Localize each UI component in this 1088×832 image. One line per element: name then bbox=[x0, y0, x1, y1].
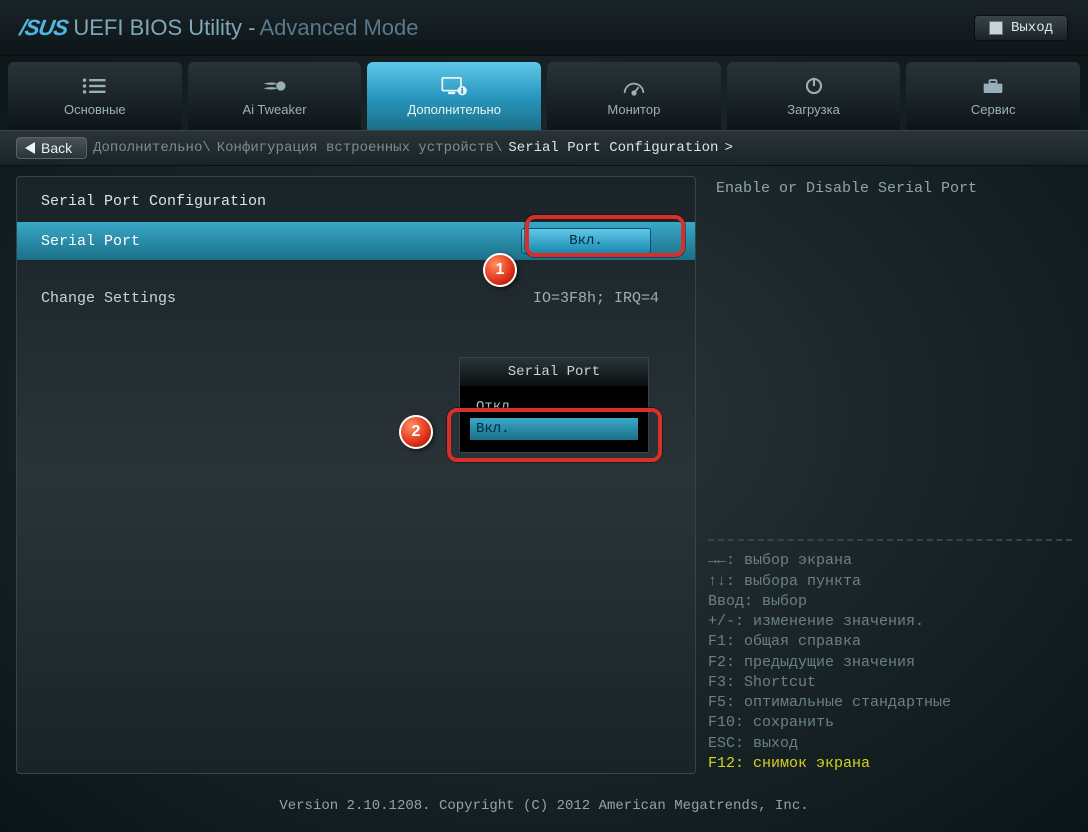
hint-line: F1: общая справка bbox=[708, 632, 1072, 652]
dropdown-option-off[interactable]: Откл. bbox=[470, 396, 638, 418]
main-area: Serial Port Configuration Serial Port Вк… bbox=[0, 166, 1088, 774]
help-text: Enable or Disable Serial Port bbox=[708, 176, 1072, 201]
header-bar: /SUS UEFI BIOS Utility - Advanced Mode В… bbox=[0, 0, 1088, 56]
serial-port-value-button[interactable]: Вкл. bbox=[521, 228, 651, 254]
hint-line: ESC: выход bbox=[708, 734, 1072, 754]
hint-line: Ввод: выбор bbox=[708, 592, 1072, 612]
exit-icon bbox=[989, 21, 1003, 35]
crumb-current: Serial Port Configuration bbox=[508, 140, 718, 156]
setting-label: Serial Port bbox=[41, 233, 521, 250]
tab-label: Загрузка bbox=[787, 102, 840, 117]
power-icon bbox=[800, 76, 828, 96]
hint-line: F3: Shortcut bbox=[708, 673, 1072, 693]
exit-label: Выход bbox=[1011, 20, 1053, 36]
serial-port-value: Вкл. bbox=[569, 233, 603, 249]
app-subtitle: Advanced Mode bbox=[259, 15, 418, 41]
tab-advanced[interactable]: Дополнительно bbox=[367, 62, 541, 130]
serial-port-dropdown: Serial Port Откл. Вкл. bbox=[459, 357, 649, 453]
tab-monitor[interactable]: Монитор bbox=[547, 62, 721, 130]
setting-label: Change Settings bbox=[41, 290, 521, 307]
exit-button[interactable]: Выход bbox=[974, 15, 1068, 41]
tab-label: Ai Tweaker bbox=[242, 102, 306, 117]
tab-boot[interactable]: Загрузка bbox=[727, 62, 901, 130]
hint-line: F5: оптимальные стандартные bbox=[708, 693, 1072, 713]
hint-line: F10: сохранить bbox=[708, 713, 1072, 733]
tab-label: Основные bbox=[64, 102, 126, 117]
setting-change-settings[interactable]: Change Settings IO=3F8h; IRQ=4 bbox=[17, 284, 695, 313]
tab-ai-tweaker[interactable]: Ai Tweaker bbox=[188, 62, 362, 130]
change-settings-value: IO=3F8h; IRQ=4 bbox=[521, 290, 671, 307]
list-icon bbox=[81, 76, 109, 96]
crumb-caret: > bbox=[724, 140, 732, 156]
crumb-segment-2[interactable]: Конфигурация встроенных устройств\ bbox=[217, 140, 503, 156]
setting-serial-port[interactable]: Serial Port Вкл. bbox=[17, 222, 695, 260]
hint-line: →←: выбор экрана bbox=[708, 551, 1072, 571]
crumb-segment-1[interactable]: Дополнительно\ bbox=[93, 140, 211, 156]
dropdown-option-on[interactable]: Вкл. bbox=[470, 418, 638, 440]
annotation-badge-2: 2 bbox=[399, 415, 433, 449]
back-label: Back bbox=[41, 140, 72, 156]
back-button[interactable]: Back bbox=[16, 137, 87, 159]
monitor-info-icon bbox=[440, 76, 468, 96]
tab-tools[interactable]: Сервис bbox=[906, 62, 1080, 130]
key-hints: →←: выбор экрана ↑↓: выбора пункта Ввод:… bbox=[708, 539, 1072, 774]
gauge-icon bbox=[620, 76, 648, 96]
hint-line: F2: предыдущие значения bbox=[708, 653, 1072, 673]
tab-label: Монитор bbox=[607, 102, 660, 117]
hint-line-f12: F12: снимок экрана bbox=[708, 754, 1072, 774]
settings-panel: Serial Port Configuration Serial Port Вк… bbox=[16, 176, 696, 774]
tab-main[interactable]: Основные bbox=[8, 62, 182, 130]
breadcrumb: Back Дополнительно\ Конфигурация встроен… bbox=[0, 130, 1088, 166]
back-arrow-icon bbox=[25, 142, 35, 154]
footer-text: Version 2.10.1208. Copyright (C) 2012 Am… bbox=[0, 798, 1088, 814]
dropdown-title: Serial Port bbox=[460, 358, 648, 386]
dropdown-body: Откл. Вкл. bbox=[460, 386, 648, 452]
help-panel: Enable or Disable Serial Port →←: выбор … bbox=[708, 176, 1072, 774]
app-title: UEFI BIOS Utility - bbox=[73, 15, 255, 41]
toolbox-icon bbox=[979, 76, 1007, 96]
tab-row: Основные Ai Tweaker Дополнительно Монито… bbox=[0, 56, 1088, 130]
hint-line: +/-: изменение значения. bbox=[708, 612, 1072, 632]
comet-icon bbox=[261, 76, 289, 96]
tab-label: Сервис bbox=[971, 102, 1016, 117]
section-title: Serial Port Configuration bbox=[17, 189, 695, 214]
annotation-badge-1: 1 bbox=[483, 253, 517, 287]
tab-label: Дополнительно bbox=[407, 102, 501, 117]
asus-logo: /SUS bbox=[18, 15, 70, 41]
hint-line: ↑↓: выбора пункта bbox=[708, 572, 1072, 592]
